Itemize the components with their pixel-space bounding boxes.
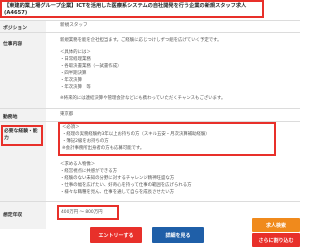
ideal-line: ＜求める人物像＞ — [60, 162, 96, 167]
entry-button[interactable]: エントリーする — [90, 227, 142, 243]
must-line: ・簿記2級をお持ちの方 — [62, 139, 109, 144]
position-value: 新規スタッフ — [60, 23, 88, 28]
must-line: ＜必須＞ — [62, 125, 80, 130]
ideal-line: ・仕事の幅を広げたい、好奇心を持って仕事の範囲を広げられる方 — [60, 183, 192, 188]
location-label: 勤務地 — [3, 115, 18, 120]
ideal-line: ・経験のない未知の分野に対するチャレンジ精神旺盛な方 — [60, 176, 175, 181]
divider — [0, 32, 300, 33]
job-line: ・四半期決算 — [60, 71, 87, 76]
job-line: ・年次決算 等 — [60, 85, 91, 90]
must-line: ・経理の実務経験約3年以上お持ちの方（スキル五安・月次決算補助経験） — [62, 132, 210, 137]
job-line: ・年次決算 — [60, 78, 82, 83]
job-line: ＜具体的には＞ — [60, 50, 91, 55]
must-line: ※会計事務所出身者の方も応募可能です。 — [62, 146, 145, 151]
divider — [0, 108, 300, 109]
job-description-label: 仕事内容 — [3, 42, 23, 47]
ideal-line: ・経営視点に共感ができる方 — [60, 169, 117, 174]
detail-button[interactable]: 詳細を見る — [152, 227, 204, 243]
refine-search-button[interactable]: さらに割り込む — [252, 233, 300, 247]
job-line: ・日常経理業務 — [60, 57, 91, 62]
location-value: 東京都 — [60, 112, 74, 117]
requirements-label: 必要な経験・能力 — [4, 129, 38, 141]
position-label: ポジション — [3, 26, 27, 31]
job-line: 新規業務を能を企社担当ます。ご経験に応じつけしずつ組を広げていく予定です。 — [60, 38, 222, 43]
job-line: ・各取決書業務（一試書作成） — [60, 64, 122, 69]
divider — [0, 20, 300, 21]
salary-label: 想定年収 — [3, 213, 23, 218]
ideal-line: ・様々な職種を見ん、仕事を通して自らを成長させたい方 — [60, 190, 175, 195]
job-line: ※将来的には連結決算や管理会計などにも携わっていただくチャンスもございます。 — [60, 96, 226, 101]
salary-value: 400万円 ～ 800万円 — [61, 210, 103, 215]
divider — [0, 201, 300, 202]
job-id: (A4657) — [4, 10, 28, 16]
job-title-box: 【東建的業上場グループ企業】ICTを活用した医療系システムの自社開発を行う企業の… — [0, 0, 264, 18]
job-title: 【東建的業上場グループ企業】ICTを活用した医療系システムの自社開発を行う企業の… — [4, 3, 247, 9]
job-search-button[interactable]: 求人検索 — [252, 218, 300, 232]
